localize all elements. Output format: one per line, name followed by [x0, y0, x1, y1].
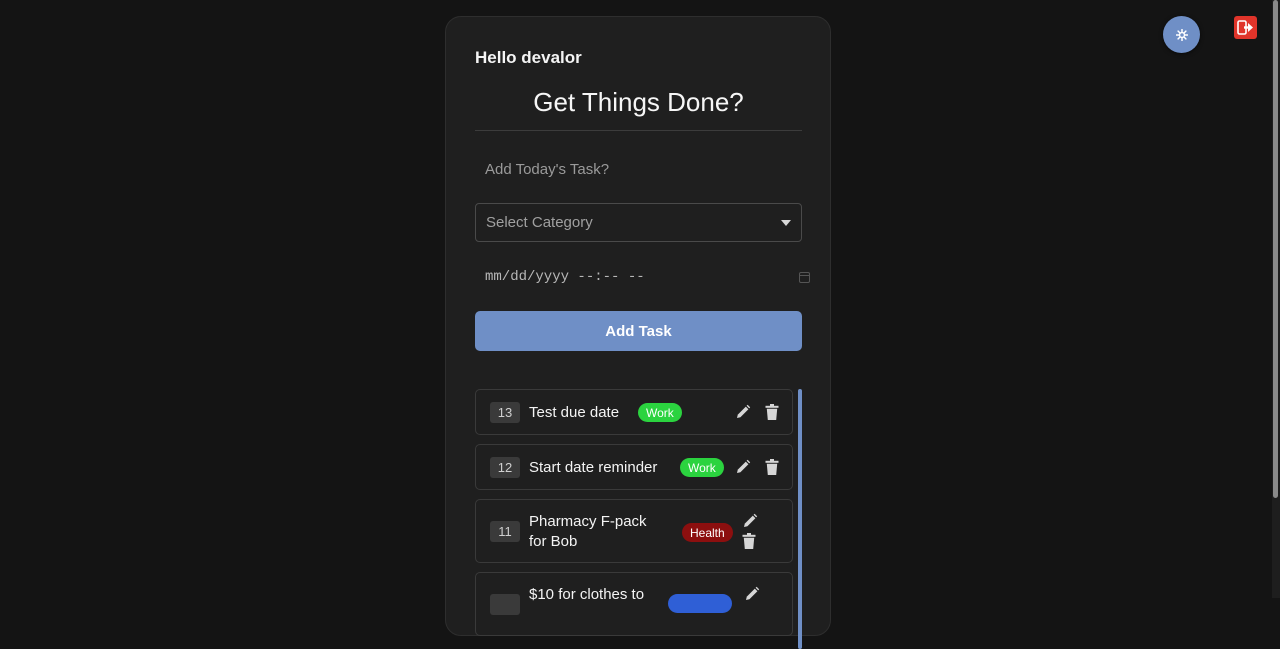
due-date-value: mm/dd/yyyy --:-- -- [485, 269, 645, 285]
task-item: 12 Start date reminder Work [475, 444, 793, 490]
title-divider [475, 130, 802, 131]
add-task-button[interactable]: Add Task [475, 311, 802, 351]
todo-card: Hello devalor Get Things Done? Select Ca… [445, 16, 831, 649]
task-name: Start date reminder [529, 459, 658, 476]
task-list-scrollbar[interactable] [798, 389, 802, 649]
trash-icon [765, 404, 779, 420]
theme-toggle-button[interactable] [1163, 16, 1200, 53]
task-name-line: Pharmacy F-pack [529, 513, 647, 530]
task-name-line: for Bob [529, 533, 578, 550]
task-input[interactable] [475, 149, 802, 189]
delete-button[interactable] [741, 533, 757, 549]
task-number: 13 [490, 402, 520, 423]
task-item: 11 Pharmacy F-pack for Bob Health [475, 499, 793, 563]
due-date-input[interactable]: mm/dd/yyyy --:-- -- [475, 258, 810, 296]
greeting: Hello devalor [475, 48, 582, 67]
task-number: 12 [490, 457, 520, 478]
category-badge [668, 594, 732, 613]
pencil-icon [744, 513, 758, 527]
category-select[interactable]: Select Category [475, 203, 802, 242]
task-number [490, 594, 520, 615]
edit-button[interactable] [744, 586, 760, 602]
page-scrollbar[interactable] [1272, 0, 1280, 598]
logout-icon [1237, 20, 1253, 35]
pencil-icon [737, 459, 751, 473]
page-scrollbar-thumb[interactable] [1273, 0, 1278, 498]
logout-button[interactable] [1234, 16, 1257, 39]
category-badge: Work [680, 458, 724, 477]
task-item: $10 for clothes to [475, 572, 793, 636]
pencil-icon [746, 586, 760, 600]
category-badge: Health [682, 523, 733, 542]
task-number: 11 [490, 521, 520, 542]
task-item: 13 Test due date Work [475, 389, 793, 435]
task-name: $10 for clothes to [529, 586, 645, 603]
trash-icon [742, 533, 756, 549]
trash-icon [765, 459, 779, 475]
delete-button[interactable] [764, 459, 780, 475]
category-badge: Work [638, 403, 682, 422]
pencil-icon [737, 404, 751, 418]
page-title: Get Things Done? [533, 87, 744, 117]
edit-button[interactable] [735, 404, 751, 420]
calendar-icon[interactable] [799, 271, 810, 283]
task-name: Test due date [529, 404, 620, 421]
task-name: Pharmacy F-pack for Bob [529, 512, 647, 552]
delete-button[interactable] [764, 404, 780, 420]
gear-icon [1175, 28, 1188, 41]
edit-button[interactable] [742, 513, 758, 529]
category-select-value: Select Category [486, 214, 593, 231]
chevron-down-icon [781, 219, 791, 226]
edit-button[interactable] [735, 459, 751, 475]
